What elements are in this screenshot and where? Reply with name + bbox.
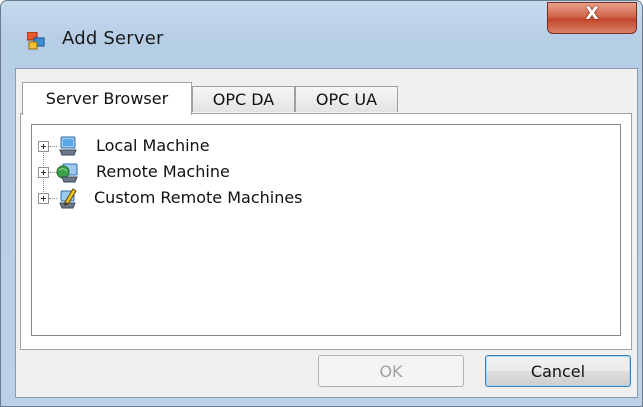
tab-opc-da[interactable]: OPC DA <box>192 86 295 112</box>
tree-node-label: Local Machine <box>96 136 210 155</box>
network-computer-icon <box>56 163 78 183</box>
local-computer-icon <box>59 136 77 156</box>
close-button[interactable]: X <box>547 2 637 34</box>
tab-server-browser[interactable]: Server Browser <box>22 82 192 115</box>
title-bar[interactable]: Add Server X <box>1 1 642 63</box>
add-server-dialog: Add Server X Server Browser OPC DA OPC U… <box>0 0 643 407</box>
app-icon <box>27 32 45 50</box>
dialog-client-area: Server Browser OPC DA OPC UA Local Machi… <box>15 68 638 398</box>
tab-opc-ua[interactable]: OPC UA <box>295 86 398 112</box>
ok-button[interactable]: OK <box>318 355 464 387</box>
server-tree[interactable]: Local Machine Remote Machine Custom Remo… <box>31 124 621 336</box>
expand-icon[interactable] <box>38 193 49 204</box>
window-title: Add Server <box>62 28 164 49</box>
tree-node-label: Remote Machine <box>96 162 230 181</box>
tree-node-remote-machine[interactable]: Remote Machine <box>32 161 332 187</box>
expand-icon[interactable] <box>38 141 49 152</box>
close-icon: X <box>585 4 599 24</box>
server-browser-panel: Local Machine Remote Machine Custom Remo… <box>20 113 632 350</box>
tree-node-local-machine[interactable]: Local Machine <box>32 135 332 161</box>
tree-node-custom-remote-machines[interactable]: Custom Remote Machines <box>32 187 392 213</box>
custom-computer-edit-icon <box>59 188 77 209</box>
tree-node-label: Custom Remote Machines <box>94 188 303 207</box>
expand-icon[interactable] <box>38 167 49 178</box>
cancel-button[interactable]: Cancel <box>485 355 631 387</box>
